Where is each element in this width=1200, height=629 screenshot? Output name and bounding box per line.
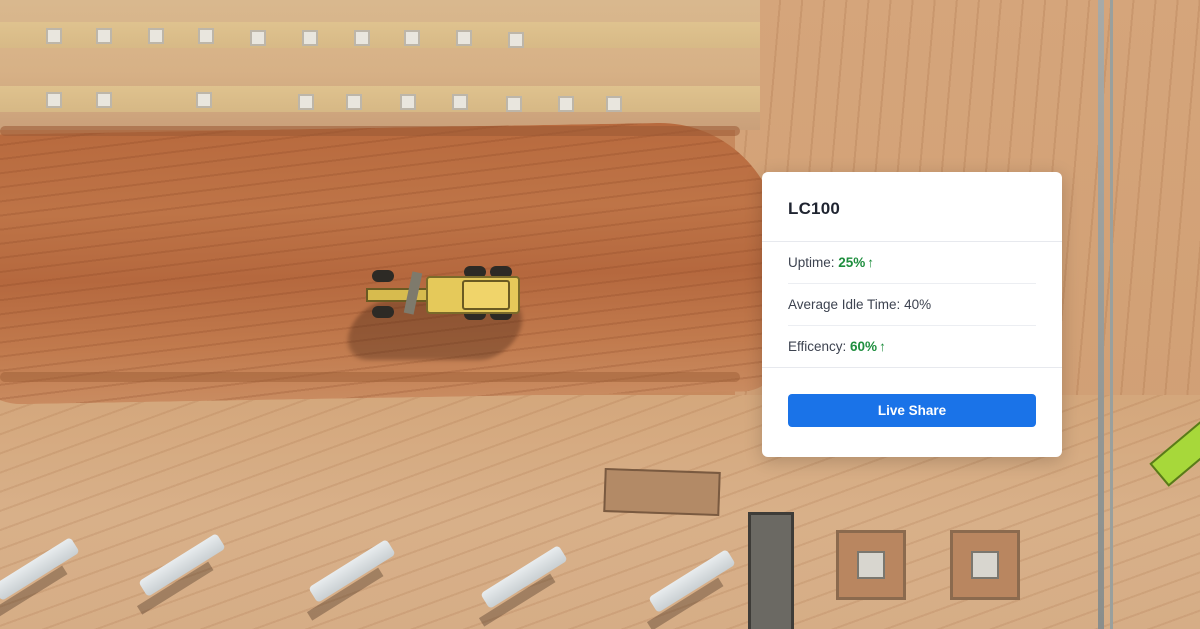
foundation-pad xyxy=(302,30,318,46)
scaffold-fence xyxy=(1110,0,1113,629)
road-edge xyxy=(0,372,740,382)
stat-uptime: Uptime: 25% ↑ xyxy=(788,242,1036,284)
foundation-pad xyxy=(508,32,524,48)
foundation-pad xyxy=(148,28,164,44)
foundation-pit xyxy=(950,530,1020,600)
foundation-pad xyxy=(46,92,62,108)
foundation-pad xyxy=(198,28,214,44)
motor-grader xyxy=(366,266,520,320)
graded-road xyxy=(0,120,783,406)
foundation-pad xyxy=(96,92,112,108)
concrete-slab xyxy=(603,467,721,517)
foundation-pad xyxy=(506,96,522,112)
foundation-pad xyxy=(346,94,362,110)
equipment-title: LC100 xyxy=(788,199,841,218)
foundation-pad xyxy=(400,94,416,110)
foundation-pad xyxy=(196,92,212,108)
stats-list: Uptime: 25% ↑ Average Idle Time: 40% Effi… xyxy=(762,242,1062,368)
foundation-pad xyxy=(456,30,472,46)
stat-value: 60% xyxy=(850,339,878,354)
arrow-up-icon: ↑ xyxy=(867,255,875,270)
skip-bin xyxy=(748,512,794,629)
stat-value: 40% xyxy=(904,297,932,312)
equipment-info-card: LC100 Uptime: 25% ↑ Average Idle Time: 40… xyxy=(762,172,1062,457)
scaffold-fence xyxy=(1098,0,1104,629)
foundation-pad xyxy=(250,30,266,46)
stat-average-idle-time: Average Idle Time: 40% xyxy=(788,284,1036,326)
arrow-up-icon: ↑ xyxy=(879,339,886,354)
live-share-button[interactable]: Live Share xyxy=(788,394,1036,427)
foundation-pad xyxy=(558,96,574,112)
foundation-pad xyxy=(606,96,622,112)
foundation-pad xyxy=(452,94,468,110)
road-edge xyxy=(0,126,740,136)
foundation-pad xyxy=(46,28,62,44)
stat-efficiency: Efficency: 60% ↑ xyxy=(788,326,1036,367)
stat-value: 25% xyxy=(838,255,866,270)
foundation-pad xyxy=(404,30,420,46)
stat-label: Uptime: xyxy=(788,255,839,270)
card-footer: Live Share xyxy=(762,368,1062,427)
foundation-pad xyxy=(354,30,370,46)
stat-label: Average Idle Time: xyxy=(788,297,905,312)
card-header: LC100 xyxy=(762,172,1062,242)
foundation-pad xyxy=(96,28,112,44)
stat-label: Efficency: xyxy=(788,339,851,354)
foundation-pad-area xyxy=(0,0,760,130)
foundation-pad xyxy=(298,94,314,110)
foundation-pit xyxy=(836,530,906,600)
